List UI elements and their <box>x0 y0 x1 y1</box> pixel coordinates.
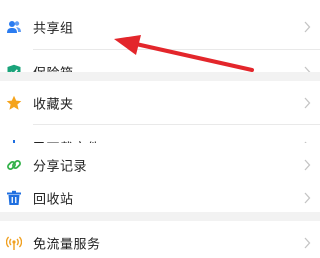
chevron-right-icon <box>304 21 311 33</box>
signal-icon <box>6 235 22 251</box>
chevron-right-icon <box>304 192 311 204</box>
trash-icon <box>6 190 22 206</box>
menu-item-label: 分享记录 <box>33 159 88 175</box>
menu-item-favorites[interactable]: 收藏夹 <box>0 81 320 125</box>
menu-item-label: 回收站 <box>33 192 74 208</box>
menu-item-free-data-service[interactable]: 免流量服务 <box>0 221 320 258</box>
chevron-right-icon <box>304 159 311 171</box>
chevron-right-icon <box>304 97 311 109</box>
users-icon <box>6 19 22 35</box>
menu-item-label: 免流量服务 <box>33 237 101 253</box>
link-icon <box>6 157 22 173</box>
chevron-right-icon <box>304 237 311 249</box>
menu-item-label: 共享组 <box>33 21 74 37</box>
menu-item-share-group[interactable]: 共享组 <box>0 5 320 49</box>
star-icon <box>6 95 22 111</box>
menu-item-label: 收藏夹 <box>33 97 74 113</box>
